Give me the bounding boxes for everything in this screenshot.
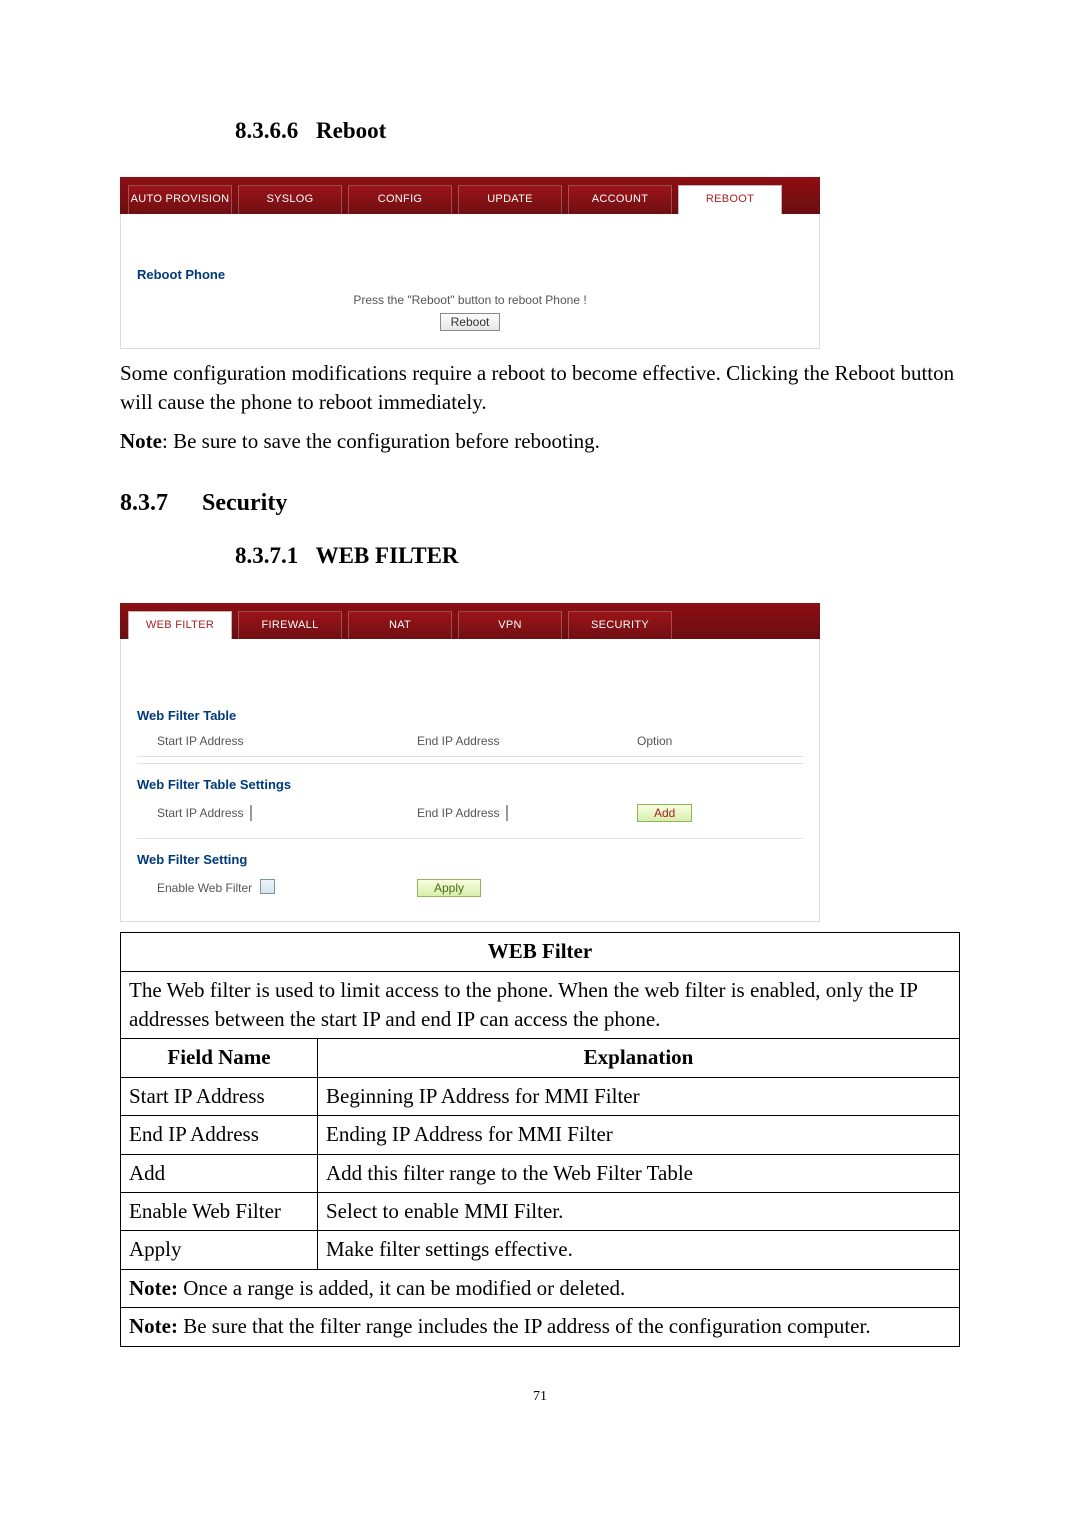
- expl-head-explanation: Explanation: [318, 1039, 960, 1077]
- wf-settings-row: Start IP Address End IP Address Add: [137, 800, 803, 832]
- expl-field: Enable Web Filter: [121, 1193, 318, 1231]
- tab-security[interactable]: SECURITY: [568, 611, 672, 639]
- tab-update[interactable]: UPDATE: [458, 185, 562, 213]
- tab-reboot[interactable]: REBOOT: [678, 185, 782, 213]
- tab-firewall[interactable]: FIREWALL: [238, 611, 342, 639]
- wf-apply-block: Apply: [417, 879, 637, 897]
- expl-expl: Make filter settings effective.: [318, 1231, 960, 1269]
- heading-webfilter: 8.3.7.1 WEB FILTER: [235, 540, 960, 572]
- wf-table-header-row: Start IP Address End IP Address Option: [137, 731, 803, 757]
- reboot-instruction-block: Press the "Reboot" button to reboot Phon…: [137, 292, 803, 331]
- heading-security: 8.3.7 Security: [120, 487, 960, 521]
- heading-webfilter-title: WEB FILTER: [316, 543, 459, 568]
- tab-nat[interactable]: NAT: [348, 611, 452, 639]
- reboot-phone-heading: Reboot Phone: [137, 214, 803, 292]
- expl-field: End IP Address: [121, 1116, 318, 1154]
- wf-section-table: Web Filter Table: [137, 707, 803, 725]
- heading-reboot-num: 8.3.6.6: [235, 118, 298, 143]
- tab-config[interactable]: CONFIG: [348, 185, 452, 213]
- tab-account[interactable]: ACCOUNT: [568, 185, 672, 213]
- wf-section-settings: Web Filter Table Settings: [137, 776, 803, 794]
- expl-expl: Select to enable MMI Filter.: [318, 1193, 960, 1231]
- wf-end-ip-label: End IP Address: [417, 806, 500, 820]
- expl-note1-text: Once a range is added, it can be modifie…: [178, 1276, 625, 1300]
- table-row: End IP Address Ending IP Address for MMI…: [121, 1116, 960, 1154]
- tab-syslog[interactable]: SYSLOG: [238, 185, 342, 213]
- enable-web-filter-label: Enable Web Filter: [157, 881, 252, 895]
- reboot-note-label: Note: [120, 429, 162, 453]
- webfilter-screenshot: WEB FILTER FIREWALL NAT VPN SECURITY Web…: [120, 603, 820, 923]
- reboot-note: Note: Be sure to save the configuration …: [120, 427, 960, 456]
- wf-enable-row: Enable Web Filter Apply: [137, 875, 803, 907]
- reboot-body: Reboot Phone Press the "Reboot" button t…: [120, 214, 820, 349]
- expl-expl: Ending IP Address for MMI Filter: [318, 1116, 960, 1154]
- wf-enable-block: Enable Web Filter: [157, 879, 417, 897]
- expl-note2-text: Be sure that the filter range includes t…: [178, 1314, 871, 1338]
- tab-auto-provision[interactable]: AUTO PROVISION: [128, 185, 232, 213]
- table-row: Add Add this filter range to the Web Fil…: [121, 1154, 960, 1192]
- expl-expl: Beginning IP Address for MMI Filter: [318, 1077, 960, 1115]
- heading-security-num: 8.3.7: [120, 490, 168, 516]
- wf-add-block: Add: [637, 804, 803, 822]
- reboot-para-1: Some configuration modifications require…: [120, 359, 960, 418]
- table-row: Apply Make filter settings effective.: [121, 1231, 960, 1269]
- wf-col-end-ip: End IP Address: [417, 733, 637, 750]
- expl-field: Apply: [121, 1231, 318, 1269]
- table-row: Start IP Address Beginning IP Address fo…: [121, 1077, 960, 1115]
- table-row: Enable Web Filter Select to enable MMI F…: [121, 1193, 960, 1231]
- wf-end-ip-block: End IP Address: [417, 805, 637, 822]
- wf-section-setting: Web Filter Setting: [137, 851, 803, 869]
- expl-field: Start IP Address: [121, 1077, 318, 1115]
- start-ip-input[interactable]: [250, 805, 252, 821]
- reboot-tabbar: AUTO PROVISION SYSLOG CONFIG UPDATE ACCO…: [120, 177, 820, 213]
- apply-button[interactable]: Apply: [417, 879, 481, 897]
- reboot-instruction: Press the "Reboot" button to reboot Phon…: [137, 292, 803, 309]
- expl-note2-label: Note:: [129, 1314, 178, 1338]
- webfilter-body: Web Filter Table Start IP Address End IP…: [120, 639, 820, 922]
- page-number: 71: [120, 1387, 960, 1407]
- wf-col-option: Option: [637, 733, 803, 750]
- heading-reboot: 8.3.6.6 Reboot: [235, 115, 960, 147]
- tab-vpn[interactable]: VPN: [458, 611, 562, 639]
- expl-note-1: Note: Once a range is added, it can be m…: [121, 1269, 960, 1307]
- heading-webfilter-num: 8.3.7.1: [235, 543, 298, 568]
- add-button[interactable]: Add: [637, 804, 692, 822]
- heading-reboot-title: Reboot: [316, 118, 386, 143]
- tab-web-filter[interactable]: WEB FILTER: [128, 611, 232, 639]
- reboot-button[interactable]: Reboot: [440, 313, 501, 331]
- wf-col-start-ip: Start IP Address: [157, 733, 417, 750]
- heading-security-title: Security: [202, 490, 287, 516]
- reboot-note-text: : Be sure to save the configuration befo…: [162, 429, 600, 453]
- expl-field: Add: [121, 1154, 318, 1192]
- enable-web-filter-checkbox[interactable]: [260, 879, 275, 894]
- expl-head-field: Field Name: [121, 1039, 318, 1077]
- expl-expl: Add this filter range to the Web Filter …: [318, 1154, 960, 1192]
- divider: [137, 763, 803, 764]
- webfilter-tabbar: WEB FILTER FIREWALL NAT VPN SECURITY: [120, 603, 820, 639]
- expl-note1-label: Note:: [129, 1276, 178, 1300]
- reboot-screenshot: AUTO PROVISION SYSLOG CONFIG UPDATE ACCO…: [120, 177, 820, 348]
- wf-start-ip-block: Start IP Address: [157, 805, 417, 822]
- wf-start-ip-label: Start IP Address: [157, 806, 244, 820]
- end-ip-input[interactable]: [506, 805, 508, 821]
- divider: [137, 838, 803, 839]
- expl-note-2: Note: Be sure that the filter range incl…: [121, 1308, 960, 1346]
- webfilter-explanation-table: WEB Filter The Web filter is used to lim…: [120, 932, 960, 1346]
- expl-title: WEB Filter: [121, 933, 960, 971]
- expl-intro: The Web filter is used to limit access t…: [121, 971, 960, 1039]
